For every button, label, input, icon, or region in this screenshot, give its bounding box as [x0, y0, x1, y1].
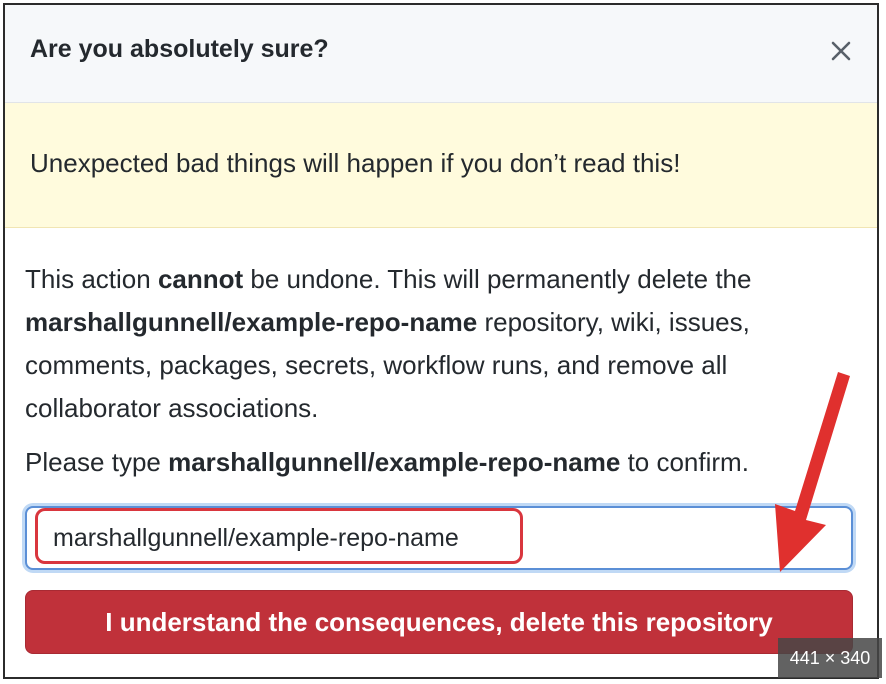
- confirm-repo-name: marshallgunnell/example-repo-name: [168, 447, 621, 477]
- close-button[interactable]: [823, 33, 859, 69]
- dialog-header: Are you absolutely sure?: [5, 5, 877, 103]
- size-badge: 441 × 340: [778, 638, 882, 678]
- delete-repository-button[interactable]: I understand the consequences, delete th…: [25, 590, 853, 654]
- confirm-instruction: Please type marshallgunnell/example-repo…: [25, 447, 749, 478]
- dialog-description: This action cannot be undone. This will …: [25, 258, 825, 430]
- confirm-suffix: to confirm.: [620, 447, 749, 477]
- description-text: This action: [25, 264, 158, 294]
- dialog-title: Are you absolutely sure?: [30, 35, 329, 63]
- close-icon: [831, 41, 851, 61]
- confirm-prefix: Please type: [25, 447, 169, 477]
- annotation-highlight-box: [35, 508, 523, 564]
- description-text: be undone. This will permanently delete …: [243, 264, 752, 294]
- repo-name: marshallgunnell/example-repo-name: [25, 307, 478, 337]
- description-emphasis: cannot: [157, 264, 244, 294]
- warning-text: Unexpected bad things will happen if you…: [30, 148, 681, 178]
- warning-banner: Unexpected bad things will happen if you…: [5, 103, 877, 228]
